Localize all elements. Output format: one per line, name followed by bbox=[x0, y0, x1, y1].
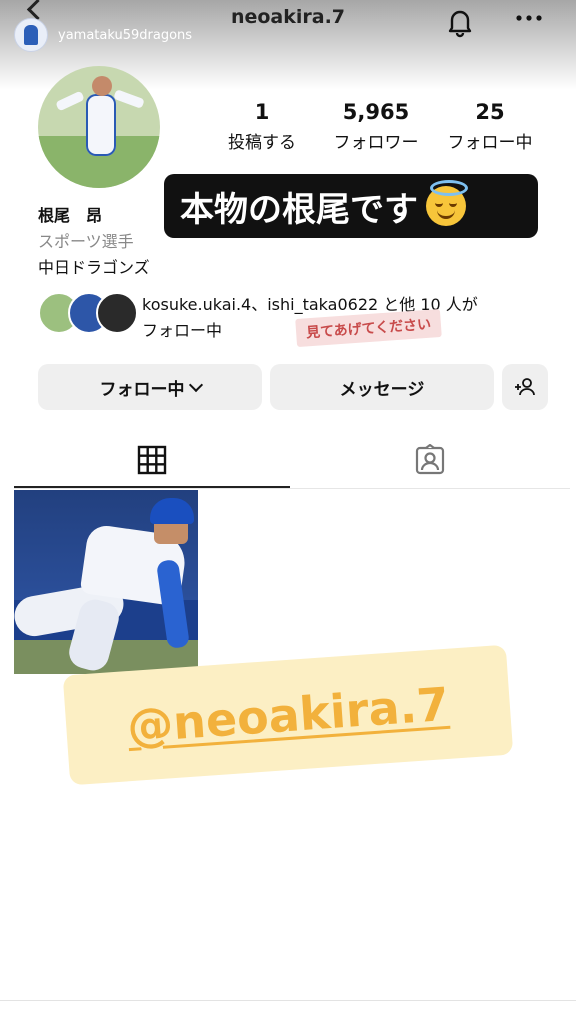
stat-following-value: 25 bbox=[475, 100, 505, 124]
smiling-halo-emoji-icon bbox=[426, 180, 468, 226]
tab-tagged[interactable] bbox=[292, 432, 568, 488]
message-button[interactable]: メッセージ bbox=[270, 364, 494, 410]
profile-category: スポーツ選手 bbox=[38, 232, 134, 251]
bottom-nav-divider bbox=[0, 1000, 576, 1001]
tagged-person-icon bbox=[415, 444, 445, 475]
stat-followers-label: フォロワー bbox=[333, 133, 419, 153]
chevron-down-icon bbox=[188, 377, 203, 393]
banner-text: 本物の根尾です bbox=[180, 189, 418, 230]
profile-username: neoakira.7 bbox=[230, 6, 346, 28]
tabs-divider bbox=[14, 488, 570, 489]
profile-bio: 中日ドラゴンズ bbox=[38, 258, 150, 277]
profile-name: 根尾 昂 bbox=[38, 206, 103, 225]
suggest-user-button[interactable] bbox=[502, 364, 548, 410]
following-button-label: フォロー中 bbox=[99, 379, 185, 400]
story-text-banner: 本物の根尾です bbox=[164, 174, 538, 238]
stat-following-label: フォロー中 bbox=[447, 133, 533, 153]
stat-posts[interactable]: 1 投稿する bbox=[202, 100, 322, 153]
profile-tabs bbox=[0, 432, 576, 490]
bell-icon[interactable] bbox=[444, 6, 476, 38]
add-person-icon bbox=[515, 378, 535, 396]
following-button[interactable]: フォロー中 bbox=[38, 364, 262, 410]
stat-followers-value: 5,965 bbox=[342, 100, 410, 124]
stat-followers[interactable]: 5,965 フォロワー bbox=[316, 100, 436, 153]
more-options-icon[interactable] bbox=[514, 8, 544, 28]
tab-grid[interactable] bbox=[14, 432, 290, 488]
message-button-label: メッセージ bbox=[339, 379, 425, 400]
grid-icon bbox=[137, 445, 167, 475]
stat-posts-value: 1 bbox=[254, 100, 270, 124]
mention-sticker-text: @neoakira.7 bbox=[125, 676, 451, 754]
profile-avatar[interactable] bbox=[38, 66, 160, 188]
post-thumbnail[interactable] bbox=[14, 490, 198, 674]
stat-posts-label: 投稿する bbox=[228, 133, 296, 153]
stat-following[interactable]: 25 フォロー中 bbox=[430, 100, 550, 153]
active-tab-indicator bbox=[14, 486, 290, 488]
mutual-avatar bbox=[96, 292, 138, 334]
story-username: yamataku59dragons bbox=[58, 27, 193, 43]
